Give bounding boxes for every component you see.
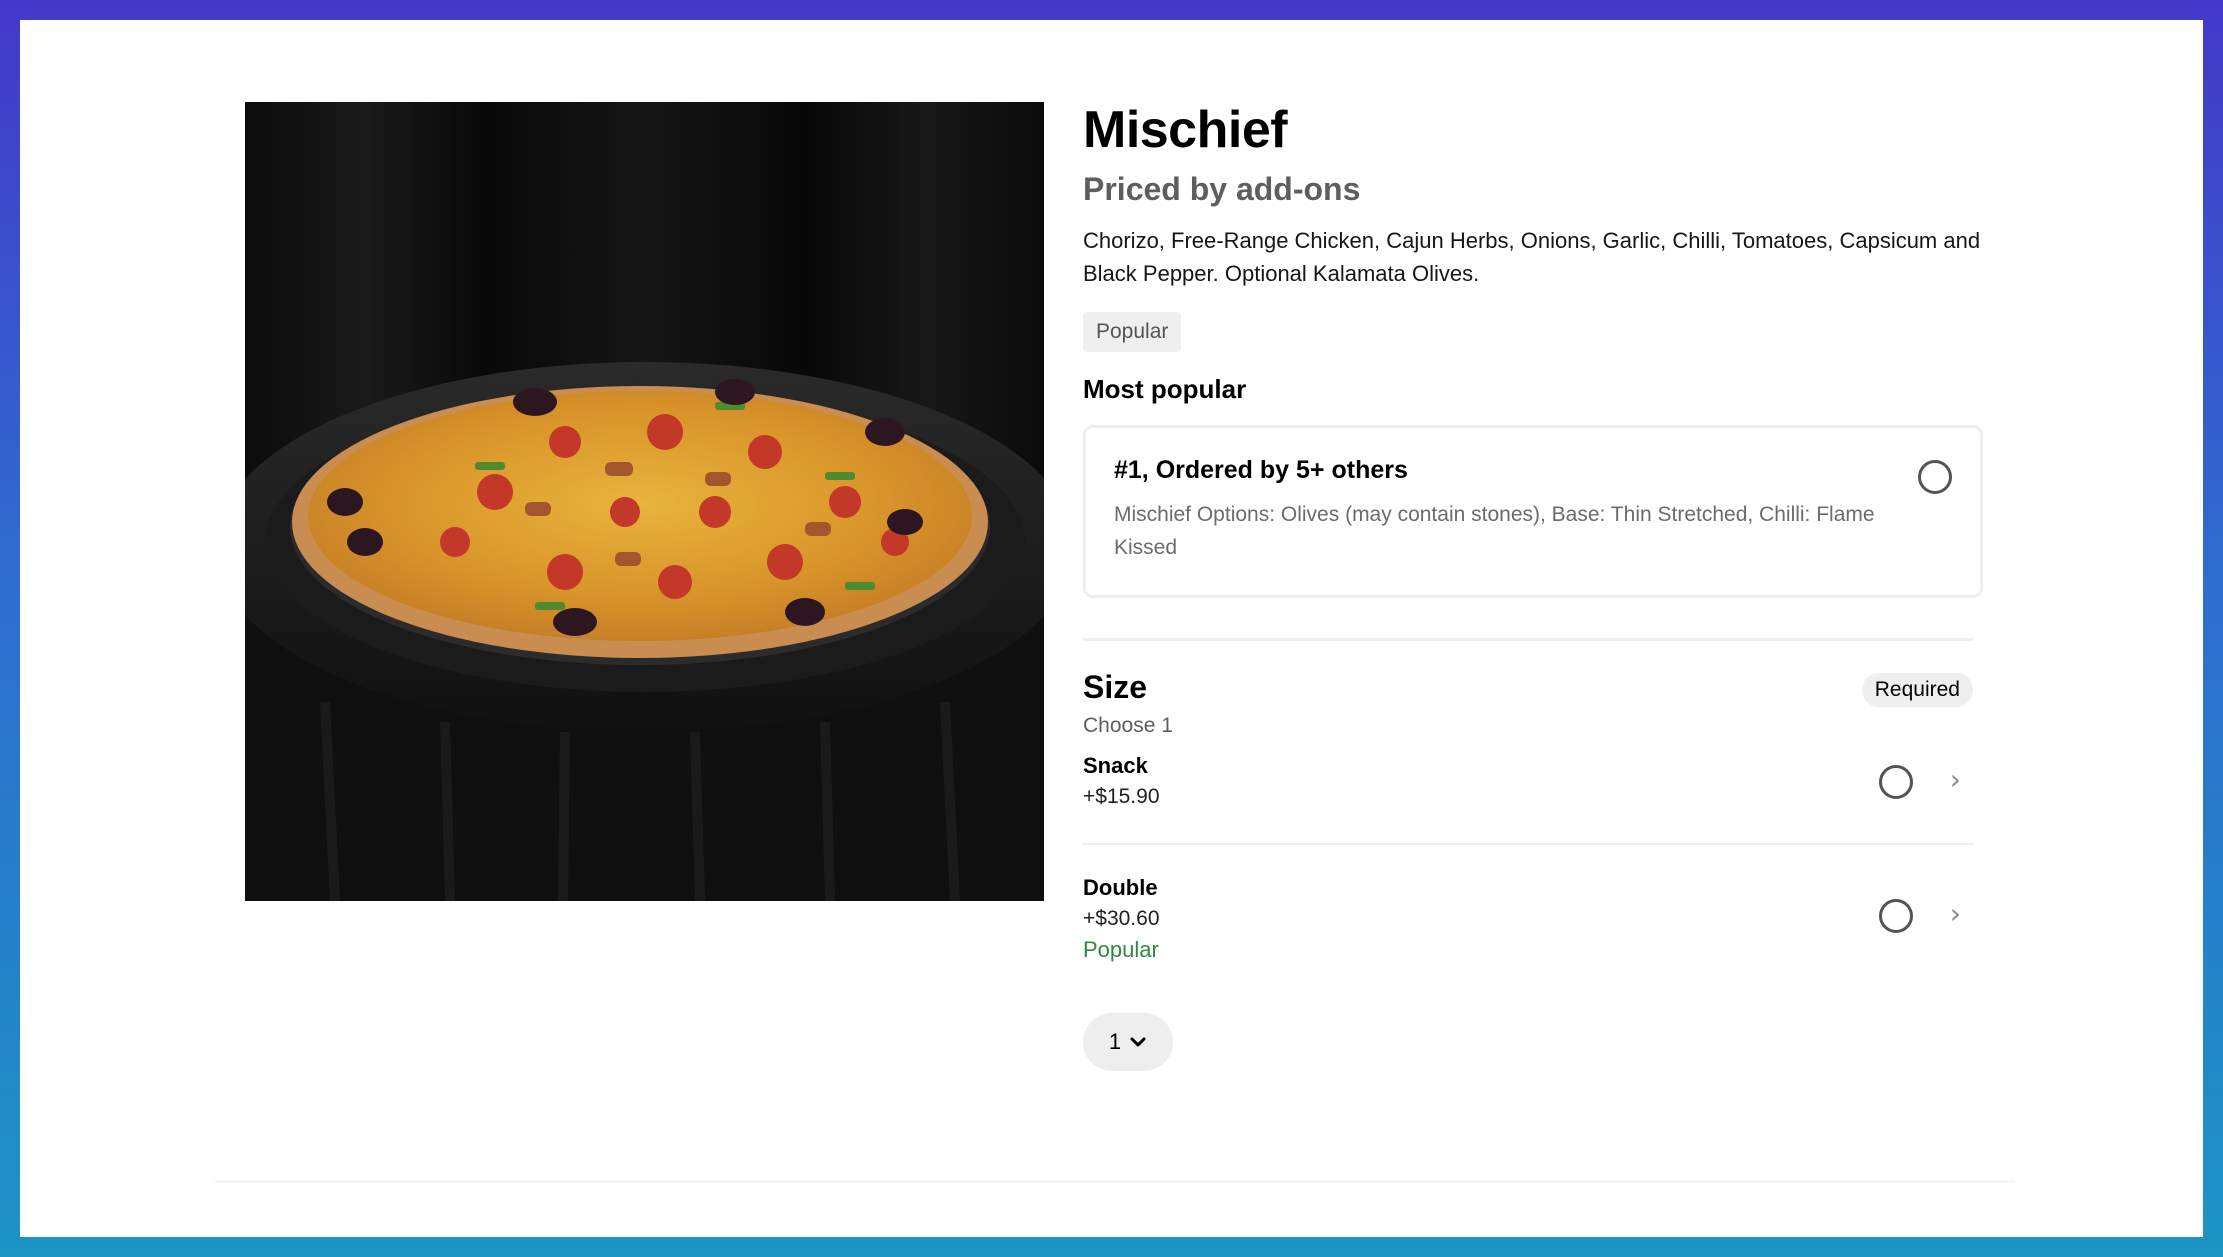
- item-title: Mischief: [1083, 101, 1288, 159]
- chevron-right-icon[interactable]: ›: [1950, 763, 1961, 796]
- item-photo: [245, 102, 1044, 901]
- size-subtitle: Choose 1: [1083, 714, 1173, 738]
- chevron-down-icon: [1130, 1037, 1146, 1047]
- most-popular-card-title: #1, Ordered by 5+ others: [1114, 456, 1408, 485]
- popular-badge: Popular: [1083, 312, 1182, 353]
- size-option-radio[interactable]: [1879, 899, 1913, 934]
- size-title: Size: [1083, 669, 1148, 706]
- size-section-header: Size Choose 1 Required: [1083, 669, 1973, 739]
- most-popular-card-description: Mischief Options: Olives (may contain st…: [1114, 503, 1875, 559]
- size-option-name: Double: [1083, 875, 1158, 901]
- size-option-price: +$15.90: [1083, 785, 1160, 809]
- item-description: Chorizo, Free-Range Chicken, Cajun Herbs…: [1083, 228, 1981, 287]
- quantity-value: 1: [1108, 1029, 1122, 1055]
- quantity-selector[interactable]: 1: [1083, 1013, 1173, 1072]
- chevron-right-icon[interactable]: ›: [1950, 897, 1961, 930]
- item-info: Mischief Priced by add-ons Chorizo, Free…: [1083, 101, 1983, 1072]
- divider: [1083, 638, 1973, 642]
- size-option-snack[interactable]: Snack +$15.90 ›: [1083, 753, 1973, 846]
- size-option-name: Snack: [1083, 753, 1148, 779]
- size-option-radio[interactable]: [1879, 765, 1913, 800]
- pizza-photo-icon: [245, 102, 1044, 901]
- most-popular-radio[interactable]: [1918, 460, 1952, 495]
- size-option-price: +$30.60: [1083, 907, 1160, 931]
- most-popular-card[interactable]: #1, Ordered by 5+ others Mischief Option…: [1083, 425, 1983, 599]
- item-detail-page: Mischief Priced by add-ons Chorizo, Free…: [20, 20, 2203, 1237]
- size-option-double[interactable]: Double +$30.60 Popular ›: [1083, 875, 1973, 983]
- most-popular-heading: Most popular: [1083, 374, 1247, 405]
- required-badge: Required: [1861, 673, 1973, 708]
- footer-divider: [215, 1180, 2015, 1183]
- item-pricing: Priced by add-ons: [1083, 171, 1361, 208]
- size-option-popular-tag: Popular: [1083, 937, 1159, 963]
